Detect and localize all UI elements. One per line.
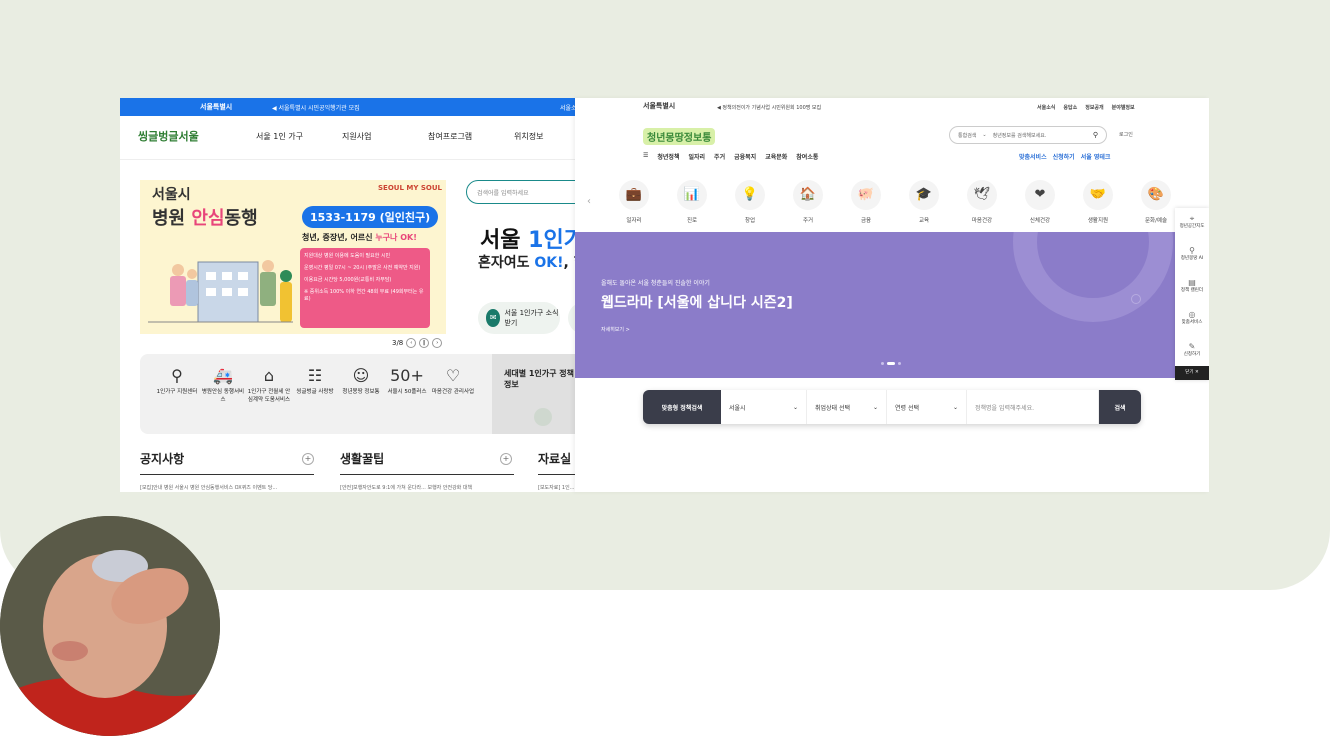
service-item[interactable]: ⌂ 1인가구 전월세 안심계약 도움서비스: [246, 364, 292, 424]
hero-sub: 청년, 중장년, 어르신 누구나 OK!: [302, 233, 417, 242]
site-brand[interactable]: 청년몽땅정보통: [643, 128, 716, 145]
policy-name-input[interactable]: 정책명을 입력해주세요.: [967, 390, 1099, 424]
apply-link[interactable]: 신청하기: [1053, 152, 1075, 161]
menu-item-1[interactable]: 서울 1인 가구: [256, 131, 342, 142]
policy-search-bar: 맞춤형 정책검색 서울시 ⌄ 취업상태 선택 ⌄ 연령 선택 ⌄ 정책명을 입력해주세…: [643, 390, 1141, 424]
category-item[interactable]: 🕊 마음건강: [953, 180, 1011, 224]
category-item[interactable]: ❤ 신체건강: [1011, 180, 1069, 224]
login-link[interactable]: 로그인: [1119, 131, 1133, 138]
top-link[interactable]: 응답소: [1063, 104, 1077, 111]
service-item[interactable]: ♡ 마음건강 관리사업: [430, 364, 476, 424]
quick-menu: ⌖ 청년공간지도 ⚲ 청년몽땅 AI ▤ 정책 캘린더 ◎ 맞춤서비스 ✎ 신청하기 닫기…: [1175, 208, 1209, 380]
category-item[interactable]: 🎓 교육: [895, 180, 953, 224]
hospital-illustration: [148, 260, 293, 323]
main-banner[interactable]: 올해도 돌아온 서울 청춘들의 진솔한 이야기 웹드라마 [서울에 삽니다 시즌…: [575, 232, 1209, 378]
category-item[interactable]: 🤝 생활지원: [1069, 180, 1127, 224]
quick-item[interactable]: ⌖ 청년공간지도: [1175, 208, 1209, 240]
menu-item[interactable]: 교육문화: [765, 152, 787, 161]
youngtech-link[interactable]: 서울 영테크: [1081, 152, 1111, 161]
menu-item[interactable]: 주거: [714, 152, 725, 161]
menu-item[interactable]: 청년정책: [657, 152, 679, 161]
top-link[interactable]: 분야별정보: [1112, 104, 1135, 111]
banner-title: 웹드라마 [서울에 삽니다 시즌2]: [601, 295, 793, 311]
seoul-my-soul-logo: SEOUL MY SOUL: [378, 184, 442, 192]
service-item[interactable]: ☷ 씽글벙글 사랑방: [292, 364, 338, 424]
category-item[interactable]: 🐖 금융: [837, 180, 895, 224]
menu-item-3[interactable]: 참여프로그램: [428, 131, 514, 142]
mail-icon: ✉: [486, 309, 501, 327]
seoul-logo[interactable]: 서울특별시: [200, 102, 232, 112]
quick-item[interactable]: ▤ 정책 캘린더: [1175, 272, 1209, 304]
custom-service-link[interactable]: 맞춤서비스: [1019, 152, 1047, 161]
category-item[interactable]: 📊 진로: [663, 180, 721, 224]
quick-item[interactable]: ◎ 맞춤서비스: [1175, 304, 1209, 336]
top-link[interactable]: 서울소식: [1037, 104, 1055, 111]
board-item[interactable]: [보도자료] 1인...: [538, 484, 574, 491]
age-select[interactable]: 연령 선택 ⌄: [887, 390, 967, 424]
right-search-input[interactable]: 통합검색 ⌄ 청년정보를 검색해보세요. ⚲: [949, 126, 1107, 144]
menu-item[interactable]: 금융복지: [734, 152, 756, 161]
seoul-logo[interactable]: 서울특별시: [643, 101, 675, 111]
service-item[interactable]: ☺ 청년몽땅 정보통: [338, 364, 384, 424]
board-item[interactable]: [모집]안내 병원 서울시 병원 안심동행서비스 OX퀴즈 이벤트 당...: [140, 484, 277, 491]
pause-icon[interactable]: ‖: [419, 338, 430, 348]
banner-more-link[interactable]: 자세히보기 >: [601, 326, 630, 333]
hero-banner[interactable]: 서울시 병원 안심동행 SEOUL MY SOUL 1533-1179 (일인친…: [140, 180, 446, 334]
category-item[interactable]: 🏠 주거: [779, 180, 837, 224]
left-nav: 씽글벙글서울 서울 1인 가구 지원사업 참여프로그램 위치정보: [120, 116, 590, 160]
hero-line2: 병원 안심동행: [152, 208, 258, 229]
left-search-input[interactable]: 검색어를 입력하세요: [466, 180, 590, 204]
hero-line1: 서울시: [152, 187, 191, 203]
site-brand[interactable]: 씽글벙글서울: [138, 128, 199, 144]
left-top-bar: 서울특별시 ◀ 서울특별시 시민공익행기관 모집 서울소: [120, 98, 590, 116]
news-subscribe-button[interactable]: ✉ 서울 1인가구 소식 받기: [478, 302, 560, 334]
right-top-bar: 서울특별시 ◀ 정책의전이가 기념사업 시민위원회 100명 모집 서울소식 응…: [575, 98, 1209, 116]
banner-pagination[interactable]: [881, 362, 901, 365]
board-title-tips[interactable]: 생활꿀팁 +: [340, 450, 512, 467]
plus-icon[interactable]: +: [500, 453, 512, 465]
job-status-select[interactable]: 취업상태 선택 ⌄: [807, 390, 887, 424]
policy-search-button[interactable]: 검색: [1099, 390, 1141, 424]
right-header: 청년몽땅정보통 통합검색 ⌄ 청년정보를 검색해보세요. ⚲ 로그인 ☰ 청년정책…: [575, 124, 1209, 170]
prev-icon[interactable]: ‹: [406, 338, 417, 348]
service-item[interactable]: 50+ 서울시 50플러스: [384, 364, 430, 424]
quick-item[interactable]: ✎ 신청하기: [1175, 336, 1209, 368]
quick-item[interactable]: ⚲ 청년몽땅 AI: [1175, 240, 1209, 272]
category-item[interactable]: 💼 일자리: [605, 180, 663, 224]
menu-item[interactable]: 일자리: [688, 152, 705, 161]
avatar: [0, 516, 220, 736]
board-item[interactable]: [안전]보행자안도로 9:1에 가쳐 운다라... 보행자 안전강화 대책: [340, 484, 472, 491]
banner-kicker: 올해도 돌아온 서울 청춘들의 진솔한 이야기: [601, 280, 710, 287]
top-link[interactable]: 정보공개: [1085, 104, 1103, 111]
top-notice[interactable]: ◀ 서울특별시 시민공익행기관 모집: [272, 103, 360, 112]
next-icon[interactable]: ›: [432, 338, 443, 348]
category-list: 💼 일자리 📊 진로 💡 창업 🏠 주거 🐖 금융 🎓 교육 🕊 마음건강 ❤ 신체건강 🤝 생활…: [605, 180, 1185, 224]
prev-arrow-icon[interactable]: ‹: [587, 196, 591, 207]
hamburger-icon[interactable]: ☰: [643, 152, 648, 161]
plus-icon[interactable]: +: [302, 453, 314, 465]
category-item[interactable]: 💡 창업: [721, 180, 779, 224]
board-title-notice[interactable]: 공지사항 +: [140, 450, 314, 467]
left-big-headline: 서울 1인가: [480, 228, 584, 253]
phone-badge: 1533-1179 (일인친구): [302, 206, 439, 228]
service-item[interactable]: 🚑 병원안심 동행서비스: [200, 364, 246, 424]
right-screenshot: 서울특별시 ◀ 정책의전이가 기념사업 시민위원회 100명 모집 서울소식 응…: [575, 98, 1209, 492]
left-screenshot: 서울특별시 ◀ 서울특별시 시민공익행기관 모집 서울소 씽글벙글서울 서울 1…: [120, 98, 590, 492]
top-notice[interactable]: ◀ 정책의전이가 기념사업 시민위원회 100명 모집: [717, 104, 821, 111]
left-sub-headline: 혼자여도 OK!, 함: [478, 255, 587, 271]
service-shortcuts: ⚲ 1인가구 지원센터 🚑 병원안심 동행서비스 ⌂ 1인가구 전월세 안심계약 도움…: [140, 354, 492, 434]
menu-item-2[interactable]: 지원사업: [342, 131, 428, 142]
hero-info-box: 지원대상 병원 이용에 도움이 필요한 시민 운영시간 평일 07시 ~ 20시…: [300, 248, 430, 328]
search-icon[interactable]: ⚲: [1093, 131, 1098, 139]
region-select[interactable]: 서울시 ⌄: [721, 390, 807, 424]
service-item[interactable]: ⚲ 1인가구 지원센터: [154, 364, 200, 424]
hero-pager: 3/8 ‹ ‖ ›: [392, 338, 443, 348]
policy-search-label: 맞춤형 정책검색: [643, 390, 721, 424]
menu-item[interactable]: 참여소통: [796, 152, 818, 161]
close-button[interactable]: 닫기 ✕: [1175, 366, 1209, 380]
board-title-archive[interactable]: 자료실: [538, 450, 571, 467]
